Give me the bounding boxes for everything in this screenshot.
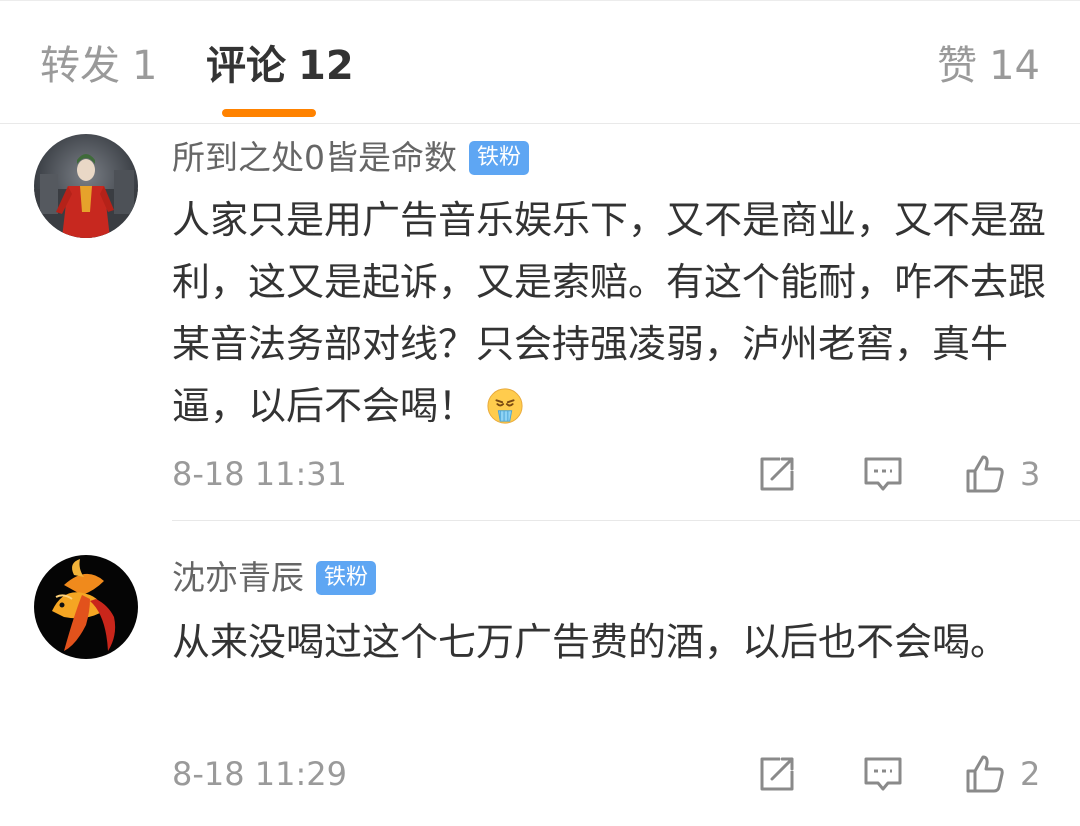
timestamp: 8-18 11:29 (172, 755, 348, 793)
comment-item: 所到之处0皆是命数 铁粉 人家只是用广告音乐娱乐下，又不是商业，又不是盈利，这又… (0, 124, 1080, 520)
comment-icon (864, 457, 902, 491)
tab-comments-label: 评论 (206, 43, 286, 89)
tab-repost[interactable]: 转发 1 (40, 41, 157, 91)
betta-fish-avatar-image (34, 555, 138, 659)
repost-icon (760, 757, 794, 791)
fan-badge[interactable]: 铁粉 (469, 141, 530, 175)
comment-meta: 8-18 11:29 2 (172, 749, 1046, 799)
reply-button[interactable] (862, 449, 904, 499)
active-tab-indicator (222, 109, 316, 117)
tab-likes-label: 赞 (937, 43, 978, 89)
comment-text-content: 人家只是用广告音乐娱乐下，又不是商业，又不是盈利，这又是起诉，又是索赔。有这个能… (172, 198, 1047, 428)
comments-page: 转发 1 评论 12 赞 14 所到之处0皆是命数 铁粉 人家只是用广告音乐娱乐… (0, 0, 1080, 826)
tab-repost-label: 转发 (40, 43, 120, 89)
tab-bar: 转发 1 评论 12 赞 14 (0, 0, 1080, 124)
like-button[interactable]: 2 (964, 749, 1040, 799)
comment-text-content: 从来没喝过这个七万广告费的酒，以后也不会喝。 (172, 620, 1009, 664)
repost-icon (760, 457, 794, 491)
tab-comments-count: 12 (298, 43, 354, 89)
comment-meta: 8-18 11:31 3 (172, 449, 1046, 499)
username[interactable]: 沈亦青辰 (172, 556, 304, 600)
timestamp: 8-18 11:31 (172, 455, 348, 493)
fan-badge[interactable]: 铁粉 (316, 561, 377, 595)
reply-button[interactable] (862, 749, 904, 799)
comment-text: 人家只是用广告音乐娱乐下，又不是商业，又不是盈利，这又是起诉，又是索赔。有这个能… (172, 189, 1052, 437)
repost-button[interactable] (756, 749, 798, 799)
like-button[interactable]: 3 (964, 449, 1040, 499)
vomit-emoji-icon (487, 388, 523, 424)
joker-avatar-image (34, 134, 138, 238)
thumbs-up-icon (966, 755, 1004, 793)
comment-text: 从来没喝过这个七万广告费的酒，以后也不会喝。 (172, 611, 1052, 673)
tab-comments[interactable]: 评论 12 (206, 41, 354, 91)
tab-likes[interactable]: 赞 14 (937, 41, 1040, 91)
comment-item: 沈亦青辰 铁粉 从来没喝过这个七万广告费的酒，以后也不会喝。 8-18 11:2… (0, 521, 1080, 826)
like-count: 3 (1020, 455, 1041, 493)
repost-button[interactable] (756, 449, 798, 499)
tab-repost-count: 1 (132, 43, 158, 89)
like-count: 2 (1020, 755, 1041, 793)
comment-header: 沈亦青辰 铁粉 (172, 556, 377, 600)
comment-icon (864, 757, 902, 791)
avatar[interactable] (34, 555, 138, 659)
username[interactable]: 所到之处0皆是命数 (172, 136, 457, 180)
avatar[interactable] (34, 134, 138, 238)
thumbs-up-icon (966, 455, 1004, 493)
tab-likes-count: 14 (989, 43, 1040, 89)
comment-header: 所到之处0皆是命数 铁粉 (172, 136, 530, 180)
